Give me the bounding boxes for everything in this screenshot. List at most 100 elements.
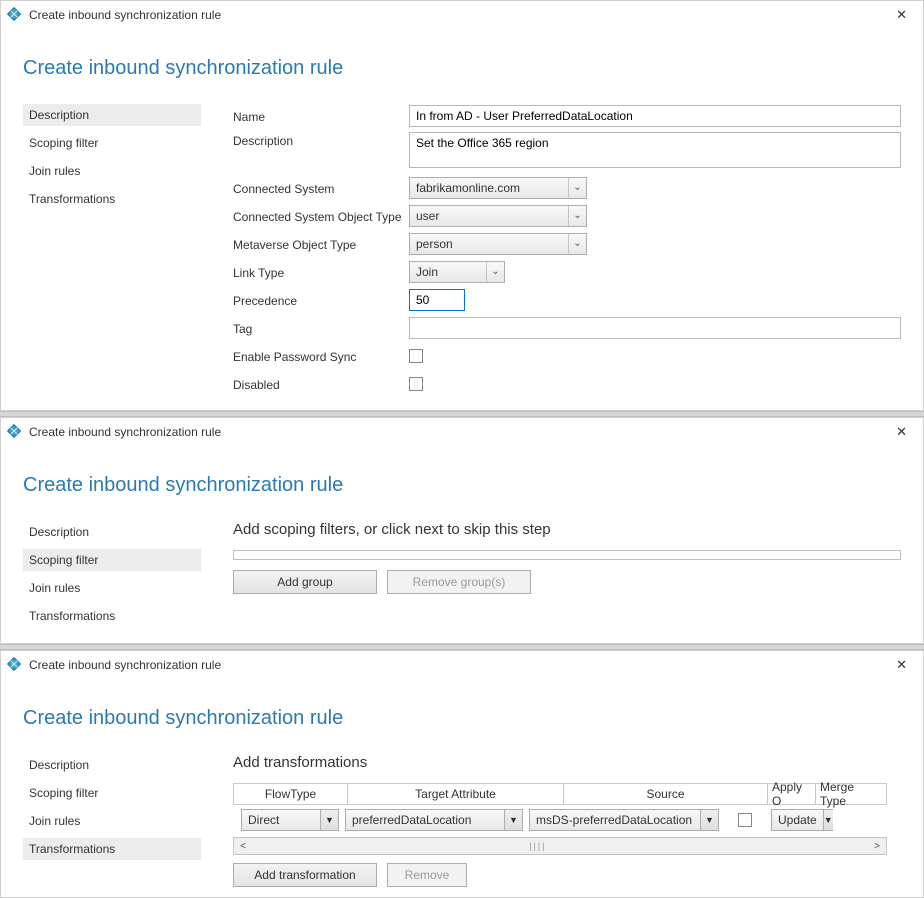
- source-value: msDS-preferredDataLocation: [530, 813, 700, 827]
- app-icon: [7, 657, 23, 673]
- scroll-track[interactable]: ||||: [252, 838, 868, 854]
- label-link-type: Link Type: [233, 264, 409, 280]
- col-flow-type[interactable]: FlowType: [234, 784, 348, 804]
- content-area: Create inbound synchronization rule Desc…: [1, 29, 923, 410]
- chevron-down-icon: ⌄: [486, 262, 504, 282]
- nav-scoping-filter[interactable]: Scoping filter: [23, 549, 201, 571]
- connected-system-value: fabrikamonline.com: [410, 181, 568, 195]
- nav-join-rules[interactable]: Join rules: [23, 577, 201, 599]
- nav-description[interactable]: Description: [23, 754, 201, 776]
- connected-system-combo[interactable]: fabrikamonline.com ⌄: [409, 177, 587, 199]
- nav-transformations[interactable]: Transformations: [23, 188, 201, 210]
- table-header-row: FlowType Target Attribute Source Apply O…: [233, 783, 887, 805]
- apply-once-checkbox[interactable]: [738, 813, 752, 827]
- disabled-checkbox[interactable]: [409, 377, 423, 391]
- step-nav: Description Scoping filter Join rules Tr…: [23, 521, 201, 633]
- close-icon[interactable]: ✕: [896, 424, 907, 440]
- precedence-input[interactable]: [409, 289, 465, 311]
- merge-type-value: Update: [772, 813, 823, 827]
- transformations-instruction: Add transformations: [233, 754, 901, 771]
- nav-transformations[interactable]: Transformations: [23, 605, 201, 627]
- flow-type-combo[interactable]: Direct ▼: [241, 809, 339, 831]
- label-description: Description: [233, 132, 409, 148]
- window-transformations-step: Create inbound synchronization rule ✕ Cr…: [0, 650, 924, 898]
- col-apply-once[interactable]: Apply O: [768, 784, 816, 804]
- target-attribute-value: preferredDataLocation: [346, 813, 504, 827]
- source-combo[interactable]: msDS-preferredDataLocation ▼: [529, 809, 719, 831]
- add-group-button[interactable]: Add group: [233, 570, 377, 594]
- scroll-grip-icon: ||||: [529, 841, 546, 851]
- cs-object-type-value: user: [410, 209, 568, 223]
- titlebar: Create inbound synchronization rule ✕: [1, 651, 923, 679]
- page-heading: Create inbound synchronization rule: [23, 474, 901, 497]
- transformations-form: Add transformations FlowType Target Attr…: [233, 754, 901, 887]
- col-merge-type[interactable]: Merge Type: [816, 784, 886, 804]
- mv-object-type-value: person: [410, 237, 568, 251]
- link-type-value: Join: [410, 265, 486, 279]
- chevron-down-icon: ⌄: [568, 234, 586, 254]
- content-area: Create inbound synchronization rule Desc…: [1, 679, 923, 897]
- label-tag: Tag: [233, 320, 409, 336]
- horizontal-scrollbar[interactable]: < |||| >: [233, 837, 887, 855]
- description-form: Name Description Set the Office 365 regi…: [233, 104, 901, 400]
- window-title: Create inbound synchronization rule: [29, 658, 221, 672]
- nav-scoping-filter[interactable]: Scoping filter: [23, 132, 201, 154]
- content-area: Create inbound synchronization rule Desc…: [1, 446, 923, 643]
- window-title: Create inbound synchronization rule: [29, 8, 221, 22]
- label-name: Name: [233, 108, 409, 124]
- dropdown-arrow-icon: ▼: [504, 810, 522, 830]
- nav-transformations[interactable]: Transformations: [23, 838, 201, 860]
- enable-password-sync-checkbox[interactable]: [409, 349, 423, 363]
- flow-type-value: Direct: [242, 813, 320, 827]
- tag-input[interactable]: [409, 317, 901, 339]
- description-input[interactable]: Set the Office 365 region: [409, 132, 901, 168]
- cs-object-type-combo[interactable]: user ⌄: [409, 205, 587, 227]
- nav-join-rules[interactable]: Join rules: [23, 810, 201, 832]
- scoping-filter-list[interactable]: [233, 550, 901, 560]
- close-icon[interactable]: ✕: [896, 657, 907, 673]
- step-nav: Description Scoping filter Join rules Tr…: [23, 104, 201, 400]
- chevron-down-icon: ⌄: [568, 206, 586, 226]
- nav-description[interactable]: Description: [23, 104, 201, 126]
- label-mv-object-type: Metaverse Object Type: [233, 236, 409, 252]
- transformations-table: FlowType Target Attribute Source Apply O…: [233, 783, 887, 855]
- label-cs-object-type: Connected System Object Type: [233, 208, 409, 224]
- dropdown-arrow-icon: ▼: [700, 810, 718, 830]
- app-icon: [7, 7, 23, 23]
- scroll-left-icon[interactable]: <: [234, 838, 252, 854]
- scoping-filter-form: Add scoping filters, or click next to sk…: [233, 521, 901, 633]
- remove-groups-button: Remove group(s): [387, 570, 531, 594]
- page-heading: Create inbound synchronization rule: [23, 707, 901, 730]
- page-heading: Create inbound synchronization rule: [23, 57, 901, 80]
- nav-description[interactable]: Description: [23, 521, 201, 543]
- chevron-down-icon: ⌄: [568, 178, 586, 198]
- col-target-attribute[interactable]: Target Attribute: [348, 784, 564, 804]
- table-row: Direct ▼ preferredDataLocation ▼ msDS-pr…: [233, 805, 887, 835]
- name-input[interactable]: [409, 105, 901, 127]
- label-precedence: Precedence: [233, 292, 409, 308]
- label-enable-password-sync: Enable Password Sync: [233, 348, 409, 364]
- window-description-step: Create inbound synchronization rule ✕ Cr…: [0, 0, 924, 411]
- scoping-filter-instruction: Add scoping filters, or click next to sk…: [233, 521, 901, 538]
- add-transformation-button[interactable]: Add transformation: [233, 863, 377, 887]
- apply-once-cell: [725, 813, 765, 827]
- merge-type-combo[interactable]: Update ▼: [771, 809, 833, 831]
- step-nav: Description Scoping filter Join rules Tr…: [23, 754, 201, 887]
- label-disabled: Disabled: [233, 376, 409, 392]
- dropdown-arrow-icon: ▼: [823, 810, 833, 830]
- link-type-combo[interactable]: Join ⌄: [409, 261, 505, 283]
- nav-join-rules[interactable]: Join rules: [23, 160, 201, 182]
- col-source[interactable]: Source: [564, 784, 768, 804]
- window-title: Create inbound synchronization rule: [29, 425, 221, 439]
- label-connected-system: Connected System: [233, 180, 409, 196]
- target-attribute-combo[interactable]: preferredDataLocation ▼: [345, 809, 523, 831]
- close-icon[interactable]: ✕: [896, 7, 907, 23]
- app-icon: [7, 424, 23, 440]
- mv-object-type-combo[interactable]: person ⌄: [409, 233, 587, 255]
- dropdown-arrow-icon: ▼: [320, 810, 338, 830]
- window-scoping-filter-step: Create inbound synchronization rule ✕ Cr…: [0, 417, 924, 644]
- nav-scoping-filter[interactable]: Scoping filter: [23, 782, 201, 804]
- remove-button: Remove: [387, 863, 467, 887]
- titlebar: Create inbound synchronization rule ✕: [1, 418, 923, 446]
- scroll-right-icon[interactable]: >: [868, 838, 886, 854]
